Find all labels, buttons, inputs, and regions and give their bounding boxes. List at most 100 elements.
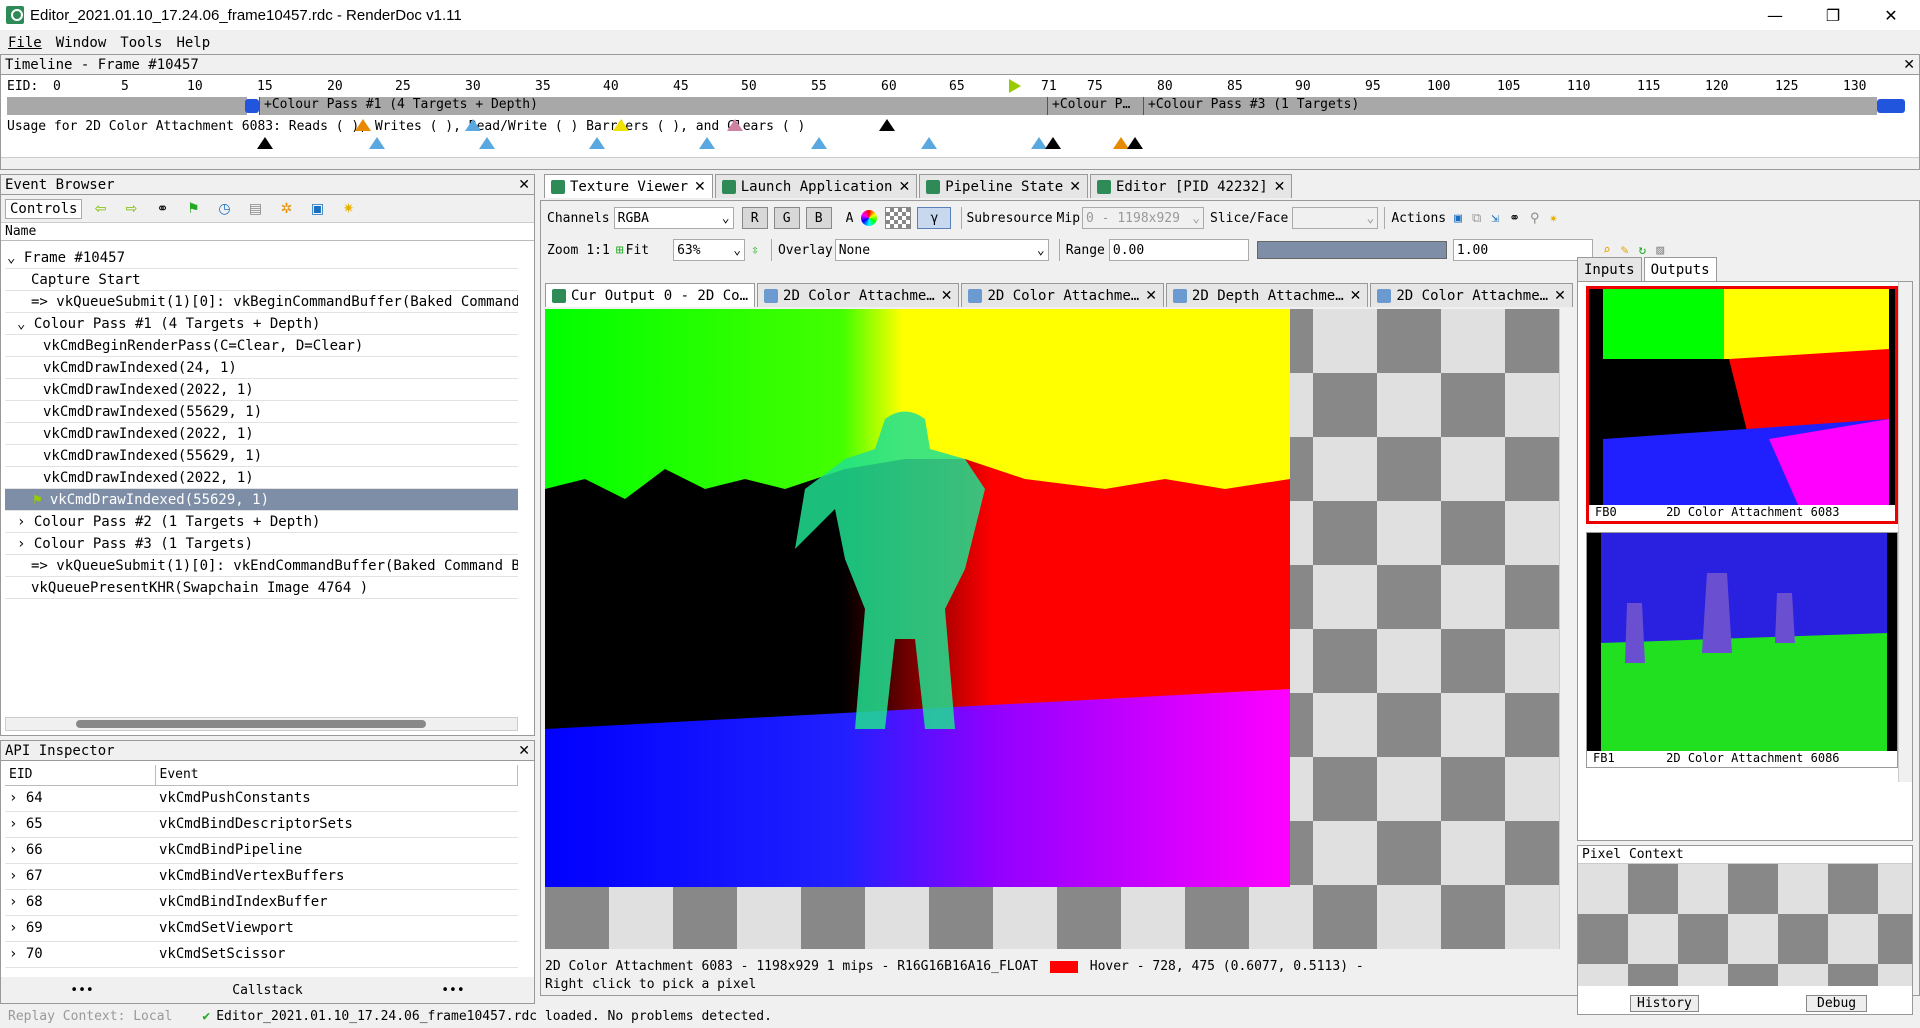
settings-star-icon[interactable]: ✷ [1550, 211, 1558, 226]
tab-color-attachment[interactable]: 2D Color Attachme… ✕ [1370, 283, 1573, 307]
zoom-search-icon[interactable]: ⌕ [1603, 243, 1611, 258]
maximize-button[interactable]: ❐ [1804, 0, 1862, 30]
tree-item-colour-pass-2[interactable]: › Colour Pass #2 (1 Targets + Depth) [5, 511, 518, 533]
close-icon[interactable]: ✕ [518, 743, 530, 759]
column-header-name[interactable]: Name [1, 223, 534, 241]
menu-file[interactable]: File [8, 35, 42, 51]
link-icon[interactable]: ⚲ [1530, 211, 1540, 226]
minimize-button[interactable]: — [1746, 0, 1804, 30]
gear-icon[interactable]: ✲ [276, 201, 296, 217]
range-max-input[interactable]: 1.00 [1452, 239, 1593, 261]
green-channel-toggle[interactable]: G [773, 207, 800, 229]
reset-icon[interactable]: ↻ [1639, 243, 1647, 258]
clear-marker-icon[interactable] [257, 137, 273, 149]
tab-pipeline-state[interactable]: Pipeline State ✕ [919, 174, 1088, 198]
splitter-dots[interactable]: ••• [70, 983, 93, 998]
copy-icon[interactable]: ⧉ [1472, 211, 1481, 226]
color-wheel-icon[interactable] [861, 210, 878, 226]
clear-marker-icon[interactable] [1127, 137, 1143, 149]
tree-item[interactable]: vkCmdDrawIndexed(24, 1) [5, 357, 518, 379]
tab-editor-pid[interactable]: Editor [PID 42232] ✕ [1089, 174, 1293, 198]
save-icon[interactable]: ▣ [307, 201, 327, 217]
tree-item[interactable]: => vkQueueSubmit(1)[0]: vkBeginCommandBu… [5, 291, 518, 313]
thumbnail-fb1[interactable]: FB1 2D Color Attachment 6086 [1586, 532, 1898, 768]
tree-item[interactable]: vkCmdBeginRenderPass(C=Clear, D=Clear) [5, 335, 518, 357]
blue-channel-toggle[interactable]: B [805, 207, 832, 229]
tree-item-selected[interactable]: ⚑ vkCmdDrawIndexed(55629, 1) [5, 489, 518, 511]
table-row[interactable]: › 68 vkCmdBindIndexBuffer [5, 889, 518, 916]
binoculars-icon[interactable]: ⚭ [152, 201, 172, 217]
texture-canvas[interactable] [545, 309, 1573, 949]
tab-inputs[interactable]: Inputs [1577, 257, 1642, 281]
mip-select[interactable]: 0 - 1198x929 ⌄ [1082, 207, 1205, 229]
flip-icon[interactable]: ⇳ [751, 243, 759, 258]
alpha-channel-toggle[interactable]: A [846, 211, 854, 226]
canvas-vscroll[interactable] [1559, 309, 1573, 949]
tab-texture-viewer[interactable]: Texture Viewer ✕ [544, 174, 713, 198]
menu-window[interactable]: Window [56, 35, 107, 51]
table-row[interactable]: › 67 vkCmdBindVertexBuffers [5, 863, 518, 890]
bookmark-icon[interactable]: ▤ [245, 201, 265, 217]
callstack-button[interactable]: Callstack [232, 983, 302, 998]
close-window-button[interactable]: ✕ [1862, 0, 1920, 30]
event-marker[interactable] [245, 99, 259, 113]
clock-icon[interactable]: ◷ [214, 201, 234, 217]
table-row[interactable]: › 65 vkCmdBindDescriptorSets [5, 811, 518, 838]
settings-star-icon[interactable]: ✷ [338, 201, 358, 217]
wand-icon[interactable]: ✎ [1621, 243, 1629, 258]
pixel-context-view[interactable] [1578, 864, 1912, 986]
table-row[interactable]: › 69 vkCmdSetViewport [5, 915, 518, 942]
texture-image[interactable] [545, 309, 1290, 887]
timeline-scrollbar[interactable] [1, 157, 1919, 169]
tree-item[interactable]: => vkQueueSubmit(1)[0]: vkEndCommandBuff… [5, 555, 518, 577]
write-marker-icon[interactable] [921, 137, 937, 149]
timeline-colour-pass-3[interactable]: +Colour Pass #3 (1 Targets) [1143, 97, 1877, 115]
tree-item[interactable]: vkCmdDrawIndexed(2022, 1) [5, 467, 518, 489]
write-marker-icon[interactable] [369, 137, 385, 149]
replay-context[interactable]: Replay Context: Local [8, 1009, 172, 1024]
zoom-1to1-button[interactable]: 1:1 [586, 243, 609, 258]
tree-item-colour-pass-3[interactable]: › Colour Pass #3 (1 Targets) [5, 533, 518, 555]
tree-item-frame[interactable]: ⌄ Frame #10457 [5, 247, 518, 269]
channels-select[interactable]: RGBA ⌄ [613, 207, 734, 229]
fit-button[interactable]: Fit [626, 243, 649, 258]
range-histogram-slider[interactable] [1256, 241, 1447, 259]
tab-cur-output[interactable]: Cur Output 0 - 2D Co… [545, 283, 756, 307]
table-row[interactable]: › 70 vkCmdSetScissor [5, 941, 518, 968]
zoom-select[interactable]: 63% ⌄ [673, 239, 746, 261]
tree-item[interactable]: vkQueuePresentKHR(Swapchain Image 4764 ) [5, 577, 518, 599]
table-row[interactable]: › 64 vkCmdPushConstants [5, 785, 518, 812]
write-marker-icon[interactable] [589, 137, 605, 149]
slice-face-select[interactable]: ⌄ [1292, 207, 1379, 229]
histogram-icon[interactable]: ▨ [1656, 243, 1664, 258]
range-min-input[interactable]: 0.00 [1108, 239, 1249, 261]
overlay-select[interactable]: None ⌄ [834, 239, 1049, 261]
write-marker-icon[interactable] [811, 137, 827, 149]
tree-item[interactable]: vkCmdDrawIndexed(55629, 1) [5, 445, 518, 467]
splitter-dots[interactable]: ••• [441, 983, 464, 998]
checkerboard-icon[interactable] [885, 207, 912, 229]
outputs-vscroll[interactable] [1898, 282, 1912, 782]
close-icon[interactable]: ✕ [1903, 57, 1915, 73]
write-marker-icon[interactable] [479, 137, 495, 149]
tree-item[interactable]: vkCmdDrawIndexed(2022, 1) [5, 379, 518, 401]
close-icon[interactable]: ✕ [518, 177, 530, 193]
flag-icon[interactable]: ⚑ [183, 201, 203, 217]
timeline-colour-pass-1[interactable]: +Colour Pass #1 (4 Targets + Depth) [259, 97, 1047, 115]
fit-icon[interactable]: ⊞ [616, 243, 624, 258]
arrow-left-icon[interactable]: ⇦ [90, 201, 110, 217]
table-row[interactable]: › 66 vkCmdBindPipeline [5, 837, 518, 864]
tab-depth-attachment[interactable]: 2D Depth Attachme… ✕ [1165, 283, 1369, 307]
menu-tools[interactable]: Tools [120, 35, 162, 51]
timeline-ruler[interactable]: EID: 0 5 10 15 20 25 30 35 40 45 50 55 6… [1, 79, 1919, 95]
thumbnail-fb0[interactable]: FB0 2D Color Attachment 6083 [1586, 286, 1898, 524]
event-marker[interactable] [1877, 99, 1905, 113]
save-icon[interactable]: ▣ [1454, 211, 1462, 226]
write-marker-icon[interactable] [699, 137, 715, 149]
menu-help[interactable]: Help [176, 35, 210, 51]
event-browser-hscroll[interactable] [5, 717, 518, 731]
column-header-event[interactable]: Event [155, 765, 518, 786]
tree-item[interactable]: vkCmdDrawIndexed(2022, 1) [5, 423, 518, 445]
tab-color-attachment[interactable]: 2D Color Attachme… ✕ [961, 283, 1164, 307]
timeline-colour-pass-2[interactable]: +Colour P… [1047, 97, 1143, 115]
